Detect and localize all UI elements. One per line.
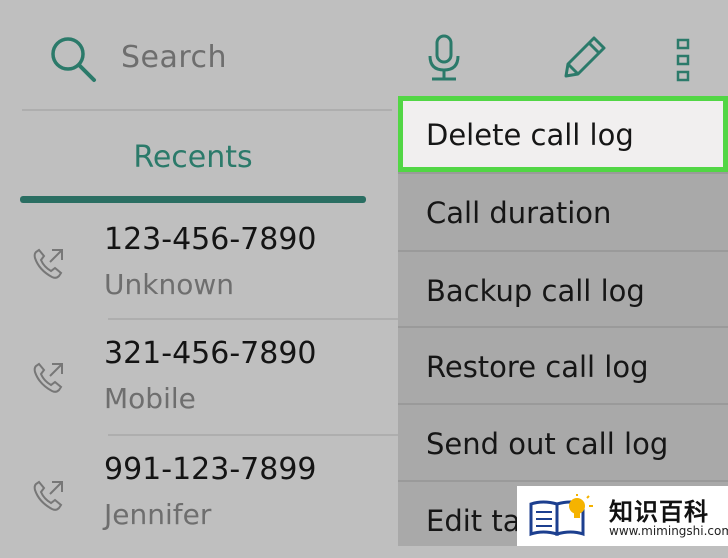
menu-item-label: Restore call log (426, 350, 649, 384)
watermark-title: 知识百科 (609, 498, 709, 526)
book-lightbulb-logo-icon (529, 494, 593, 537)
call-contact-label: Mobile (104, 382, 196, 415)
menu-item-call-duration[interactable]: Call duration (398, 174, 728, 250)
overflow-menu: Delete call log Call duration Backup cal… (398, 96, 728, 546)
call-incoming-icon (33, 480, 63, 511)
menu-item-backup-call-log[interactable]: Backup call log (398, 252, 728, 328)
watermark-url: www.mimingshi.com (609, 524, 728, 538)
more-vertical-icon[interactable] (672, 38, 694, 82)
search-icon[interactable] (48, 34, 98, 84)
pencil-icon[interactable] (558, 34, 610, 84)
call-incoming-icon (33, 248, 63, 279)
header-divider (22, 109, 392, 111)
menu-item-restore-call-log[interactable]: Restore call log (398, 328, 728, 404)
menu-item-delete-call-log[interactable]: Delete call log (398, 96, 728, 172)
call-log-row[interactable]: 123-456-7890 Unknown (0, 206, 400, 320)
microphone-icon[interactable] (424, 34, 464, 84)
tab-label: Recents (133, 140, 253, 175)
call-contact-label: Unknown (104, 268, 234, 301)
top-bar: Search (0, 0, 728, 110)
tab-active-indicator (20, 196, 366, 203)
call-incoming-icon (33, 362, 63, 393)
tab-recents[interactable]: Recents (20, 112, 366, 204)
search-input[interactable]: Search (121, 40, 227, 75)
call-log-row[interactable]: 991-123-7899 Jennifer (0, 436, 400, 550)
call-contact-label: Jennifer (104, 498, 212, 531)
call-number: 123-456-7890 (104, 222, 317, 257)
watermark: 知识百科 www.mimingshi.com (517, 486, 728, 546)
call-number: 991-123-7899 (104, 452, 317, 487)
menu-item-label: Delete call log (426, 118, 634, 152)
menu-item-label: Edit ta (426, 504, 521, 538)
menu-item-label: Call duration (426, 196, 612, 230)
call-log-row[interactable]: 321-456-7890 Mobile (0, 320, 400, 434)
menu-item-send-out-call-log[interactable]: Send out call log (398, 405, 728, 481)
menu-item-label: Send out call log (426, 427, 669, 461)
menu-item-label: Backup call log (426, 274, 645, 308)
call-number: 321-456-7890 (104, 336, 317, 371)
